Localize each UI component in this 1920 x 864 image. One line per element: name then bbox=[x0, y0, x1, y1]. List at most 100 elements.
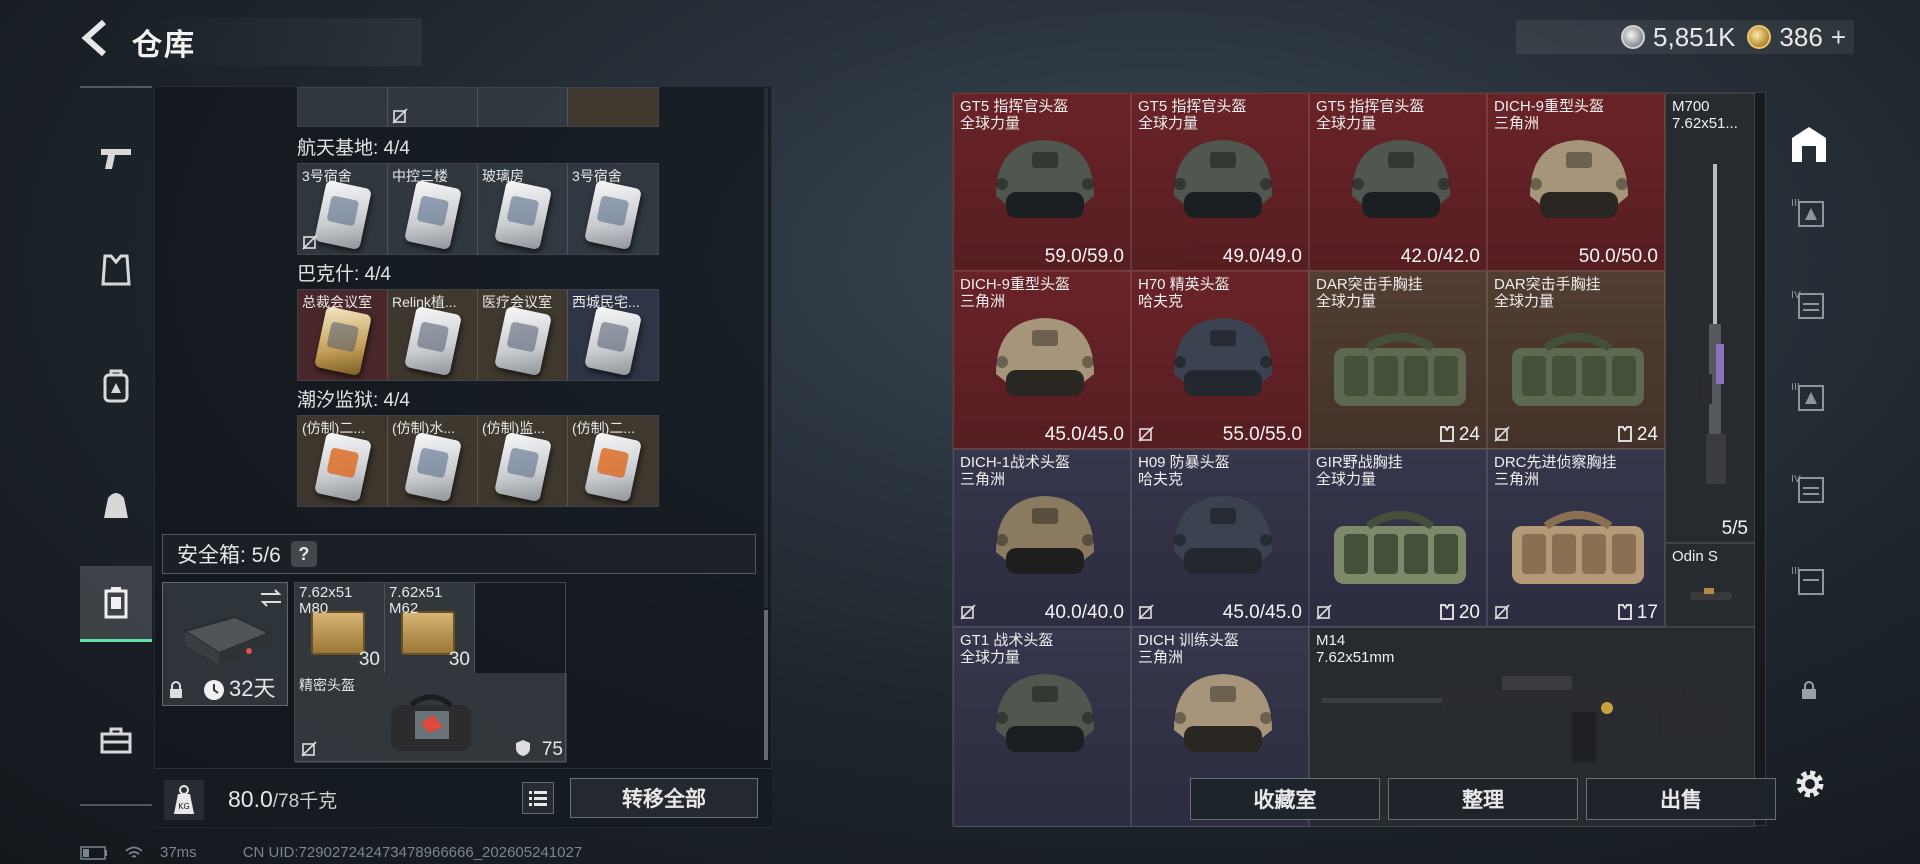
inventory-item[interactable]: GT5 指挥官头盔 全球力量 49.0/49.0 bbox=[1131, 93, 1309, 271]
item-name: DAR突击手胸挂 全球力量 bbox=[1494, 276, 1601, 310]
item-faction: 三角洲 bbox=[960, 471, 1006, 488]
inventory-item[interactable]: DAR突击手胸挂 全球力量 24 bbox=[1487, 271, 1665, 449]
key-card-icon bbox=[494, 179, 552, 251]
gold-coin-icon bbox=[1747, 25, 1772, 49]
currency-bar: 5,851K 386 + bbox=[1516, 20, 1854, 54]
collection-room-button[interactable]: 收藏室 bbox=[1190, 778, 1380, 820]
add-currency-button[interactable]: + bbox=[1831, 22, 1846, 53]
key-card-slot[interactable]: 3号宿舍 bbox=[298, 164, 388, 254]
rifle-count: 5/5 bbox=[1721, 518, 1748, 539]
warehouse-home-tab[interactable] bbox=[1776, 114, 1842, 174]
item-faction: 三角洲 bbox=[1494, 471, 1540, 488]
key-card-slot[interactable]: 玻璃房 bbox=[478, 164, 568, 254]
key-card-slot[interactable]: 西城民宅... bbox=[568, 290, 658, 380]
vest-capacity-icon bbox=[1440, 604, 1454, 620]
rifle-name: M700 bbox=[1672, 98, 1710, 115]
gold-balance[interactable]: 386 + bbox=[1747, 22, 1846, 53]
odin-scope-item[interactable]: Odin S bbox=[1665, 543, 1755, 627]
locked-tab[interactable] bbox=[1776, 660, 1842, 720]
key-card-slot[interactable] bbox=[388, 88, 478, 126]
key-card-slot[interactable]: (仿制)二... bbox=[568, 416, 658, 506]
item-faction: 哈夫克 bbox=[1138, 471, 1184, 488]
key-card-slot[interactable] bbox=[298, 88, 388, 126]
nav-pouch[interactable] bbox=[80, 466, 152, 542]
key-card-slot[interactable] bbox=[568, 88, 658, 126]
item-name: GT5 指挥官头盔 全球力量 bbox=[1138, 98, 1246, 132]
storage-tab-4[interactable]: IV bbox=[1776, 274, 1842, 334]
storage-tab-3b[interactable]: III bbox=[1776, 366, 1842, 426]
sort-button[interactable]: 整理 bbox=[1388, 778, 1578, 820]
item-title: DICH-9重型头盔 bbox=[960, 276, 1071, 293]
key-card-slot[interactable]: (仿制)水... bbox=[388, 416, 478, 506]
key-card-slot[interactable]: Relink植... bbox=[388, 290, 478, 380]
unbound-icon bbox=[302, 234, 318, 250]
key-card-slot[interactable]: (仿制)二... bbox=[298, 416, 388, 506]
storage-tab-4b[interactable]: IV bbox=[1776, 458, 1842, 518]
helmet-icon bbox=[1530, 140, 1628, 218]
item-title: DICH-1战术头盔 bbox=[960, 454, 1071, 471]
m700-rifle-item[interactable]: M700 7.62x51... 5/5 bbox=[1665, 93, 1755, 543]
rifle-caliber: 7.62x51... bbox=[1672, 115, 1738, 132]
precision-helmet-bag[interactable]: 精密头盔 75 bbox=[295, 673, 567, 763]
item-title: DAR突击手胸挂 bbox=[1316, 276, 1423, 293]
inventory-item[interactable]: DICH-9重型头盔 三角洲 50.0/50.0 bbox=[1487, 93, 1665, 271]
swap-icon[interactable] bbox=[259, 589, 283, 607]
inventory-item[interactable]: DICH-9重型头盔 三角洲 45.0/45.0 bbox=[953, 271, 1131, 449]
back-arrow-icon[interactable] bbox=[78, 18, 112, 58]
nav-divider bbox=[80, 804, 152, 806]
inventory-item[interactable]: DICH-1战术头盔 三角洲 40.0/40.0 bbox=[953, 449, 1131, 627]
item-name: M14 7.62x51mm bbox=[1316, 632, 1394, 666]
item-name: H09 防暴头盔 哈夫克 bbox=[1138, 454, 1230, 488]
battery-icon bbox=[80, 845, 107, 860]
item-title: GT1 战术头盔 bbox=[960, 632, 1054, 649]
inventory-item[interactable]: H09 防暴头盔 哈夫克 45.0/45.0 bbox=[1131, 449, 1309, 627]
key-card-slot[interactable]: 总裁会议室 bbox=[298, 290, 388, 380]
safe-box-days: 32天 bbox=[229, 676, 276, 701]
ammo-item[interactable]: 7.62x51 M80 30 bbox=[295, 583, 385, 673]
scrollbar-thumb[interactable] bbox=[764, 610, 768, 760]
inventory-item[interactable]: GIR野战胸挂 全球力量 20 bbox=[1309, 449, 1487, 627]
gear-icon bbox=[1796, 770, 1824, 798]
key-card-slot[interactable] bbox=[478, 88, 568, 126]
scrollbar-track[interactable] bbox=[764, 88, 768, 608]
inventory-item[interactable]: DRC先进侦察胸挂 三角洲 17 bbox=[1487, 449, 1665, 627]
nav-backpack[interactable] bbox=[80, 348, 152, 424]
helmet-icon bbox=[1174, 496, 1272, 574]
transfer-all-button[interactable]: 转移全部 bbox=[570, 778, 758, 818]
nav-case[interactable] bbox=[80, 702, 152, 778]
ammo-item[interactable]: 7.62x51 M62 30 bbox=[385, 583, 475, 673]
unbound-icon bbox=[1494, 604, 1510, 620]
inventory-item[interactable]: GT5 指挥官头盔 全球力量 42.0/42.0 bbox=[1309, 93, 1487, 271]
settings-button[interactable] bbox=[1792, 766, 1828, 802]
list-view-button[interactable] bbox=[522, 782, 554, 814]
storage-rack-icon: III bbox=[1791, 198, 1824, 227]
inventory-item[interactable]: H70 精英头盔 哈夫克 55.0/55.0 bbox=[1131, 271, 1309, 449]
safe-box-case[interactable]: 32天 bbox=[162, 582, 288, 706]
key-card-slot[interactable]: (仿制)监... bbox=[478, 416, 568, 506]
inventory-item[interactable]: DAR突击手胸挂 全球力量 24 bbox=[1309, 271, 1487, 449]
nav-weapons[interactable] bbox=[80, 120, 152, 196]
key-card-icon bbox=[584, 179, 642, 251]
nav-safebox[interactable] bbox=[80, 566, 152, 642]
storage-tab-3c[interactable]: III bbox=[1776, 550, 1842, 610]
help-button[interactable]: ? bbox=[290, 541, 317, 567]
item-title: GIR野战胸挂 bbox=[1316, 454, 1403, 471]
unbound-icon bbox=[1316, 604, 1332, 620]
item-faction: 三角洲 bbox=[1138, 649, 1184, 666]
pouch-icon bbox=[104, 493, 128, 518]
inventory-item[interactable]: GT1 战术头盔 全球力量 bbox=[953, 627, 1131, 827]
shield-icon bbox=[516, 740, 530, 756]
nav-armor[interactable] bbox=[80, 232, 152, 308]
ammo-type-line: M80 bbox=[299, 600, 329, 617]
key-card-slot[interactable]: 中控三楼 bbox=[388, 164, 478, 254]
key-card-icon bbox=[314, 179, 372, 251]
gold-amount: 386 bbox=[1779, 21, 1823, 52]
item-name: DICH-1战术头盔 三角洲 bbox=[960, 454, 1070, 488]
list-icon bbox=[529, 791, 547, 806]
item-name: H70 精英头盔 哈夫克 bbox=[1138, 276, 1230, 310]
sell-button[interactable]: 出售 bbox=[1586, 778, 1776, 820]
key-card-slot[interactable]: 3号宿舍 bbox=[568, 164, 658, 254]
inventory-item[interactable]: GT5 指挥官头盔 全球力量 59.0/59.0 bbox=[953, 93, 1131, 271]
storage-tab-3[interactable]: III bbox=[1776, 182, 1842, 242]
key-card-slot[interactable]: 医疗会议室 bbox=[478, 290, 568, 380]
